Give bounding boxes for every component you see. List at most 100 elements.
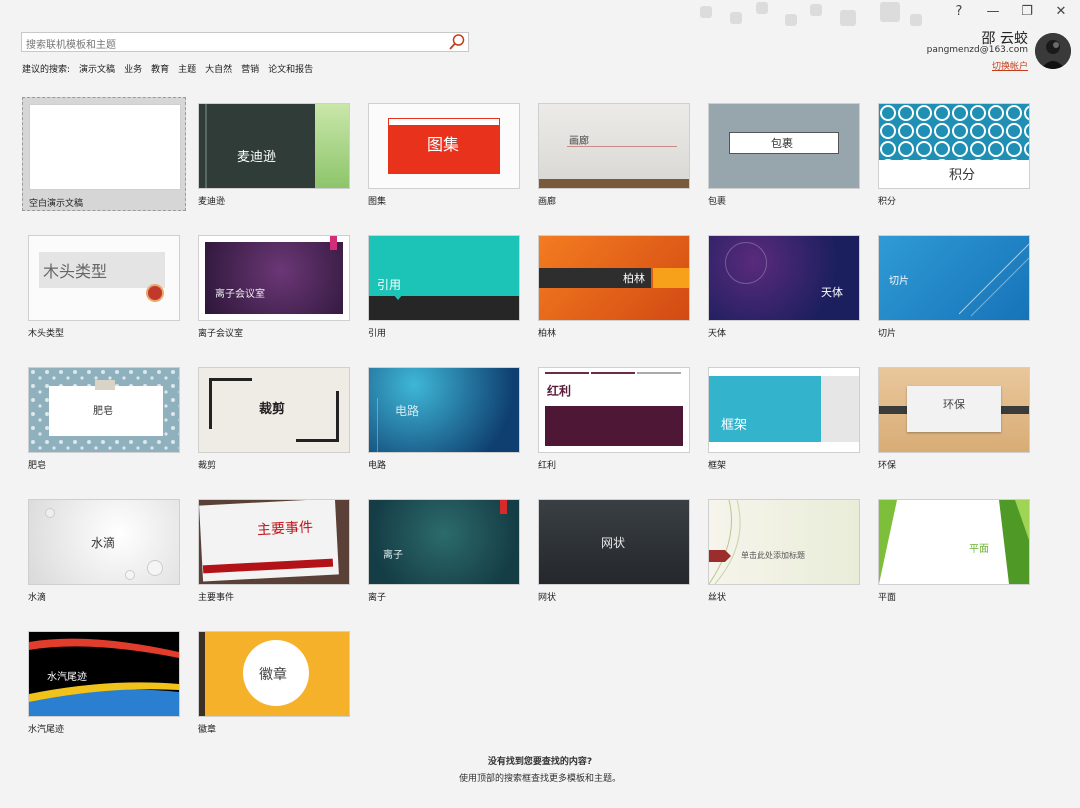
template-thumbnail: 裁剪 — [198, 367, 350, 453]
template-parcel[interactable]: 包裹 包裹 — [708, 103, 860, 213]
close-button[interactable]: ✕ — [1050, 4, 1072, 19]
template-integral[interactable]: 积分 积分 — [878, 103, 1030, 213]
template-thumbnail: 主要事件 — [198, 499, 350, 585]
thumbnail-title: 画廊 — [569, 136, 589, 147]
template-thumbnail: 离子会议室 — [198, 235, 350, 321]
template-ion-boardroom[interactable]: 离子会议室 离子会议室 — [198, 235, 350, 345]
template-label: 麦迪逊 — [198, 197, 226, 207]
template-thumbnail — [29, 104, 181, 190]
template-thumbnail: 电路 — [368, 367, 520, 453]
template-thumbnail: 引用 — [368, 235, 520, 321]
template-label: 水滴 — [28, 593, 47, 603]
template-label: 积分 — [878, 197, 897, 207]
template-gallery[interactable]: 画廊 画廊 — [538, 103, 690, 213]
template-thumbnail: 平面 — [878, 499, 1030, 585]
thumbnail-title: 引用 — [377, 278, 402, 292]
template-label: 画廊 — [538, 197, 557, 207]
thumbnail-title: 网状 — [601, 536, 626, 550]
template-wood-type[interactable]: 木头类型 木头类型 — [28, 235, 180, 345]
template-thumbnail: 离子 — [368, 499, 520, 585]
template-blank[interactable]: 空白演示文稿 — [22, 97, 186, 211]
template-thumbnail: 环保 — [878, 367, 1030, 453]
thumbnail-title: 包裹 — [771, 137, 793, 150]
thumbnail-title: 离子会议室 — [215, 289, 265, 300]
template-label: 丝状 — [708, 593, 727, 603]
template-berlin[interactable]: 柏林 柏林 — [538, 235, 690, 345]
thumbnail-title: 水汽尾迹 — [47, 672, 87, 683]
template-label: 引用 — [368, 329, 387, 339]
suggested-search-link[interactable]: 教育 — [151, 62, 169, 75]
template-atlas[interactable]: 图集 图集 — [368, 103, 520, 213]
no-results-hint: 使用顶部的搜索框查找更多模板和主题。 — [458, 774, 621, 784]
thumbnail-title: 环保 — [943, 398, 965, 411]
template-thumbnail: 画廊 — [538, 103, 690, 189]
suggested-search-link[interactable]: 营销 — [241, 62, 259, 75]
template-main-event[interactable]: 主要事件 主要事件 — [198, 499, 350, 609]
restore-button[interactable]: ❐ — [1016, 4, 1038, 19]
template-mesh[interactable]: 网状 网状 — [538, 499, 690, 609]
minimize-button[interactable]: — — [982, 4, 1004, 19]
suggested-search-link[interactable]: 论文和报告 — [268, 62, 313, 75]
template-label: 平面 — [878, 593, 897, 603]
suggested-search-link[interactable]: 业务 — [124, 62, 142, 75]
header-decoration — [690, 0, 930, 30]
template-thumbnail: 天体 — [708, 235, 860, 321]
suggested-search-link[interactable]: 演示文稿 — [79, 62, 115, 75]
template-thumbnail: 徽章 — [198, 631, 350, 717]
template-label: 肥皂 — [28, 461, 47, 471]
template-label: 红利 — [538, 461, 557, 471]
thumbnail-title: 水滴 — [91, 536, 116, 550]
template-label: 切片 — [878, 329, 897, 339]
template-madison[interactable]: 麦迪逊 麦迪逊 — [198, 103, 350, 213]
template-label: 框架 — [708, 461, 727, 471]
template-label: 徽章 — [198, 725, 217, 735]
suggested-search-link[interactable]: 大自然 — [205, 62, 232, 75]
template-slice[interactable]: 切片 切片 — [878, 235, 1030, 345]
template-label: 图集 — [368, 197, 387, 207]
thumbnail-title: 裁剪 — [259, 402, 286, 417]
template-thumbnail: 单击此处添加标题 — [708, 499, 860, 585]
avatar[interactable] — [1035, 33, 1071, 69]
template-badge[interactable]: 徽章 徽章 — [198, 631, 350, 741]
template-organic[interactable]: 环保 环保 — [878, 367, 1030, 477]
template-thumbnail: 包裹 — [708, 103, 860, 189]
template-thumbnail: 积分 — [878, 103, 1030, 189]
template-label: 环保 — [878, 461, 897, 471]
template-dividend[interactable]: 红利 红利 — [538, 367, 690, 477]
template-vapor-trail[interactable]: 水汽尾迹 水汽尾迹 — [28, 631, 180, 741]
template-frame[interactable]: 框架 框架 — [708, 367, 860, 477]
template-droplet[interactable]: 水滴 水滴 — [28, 499, 180, 609]
template-crop[interactable]: 裁剪 裁剪 — [198, 367, 350, 477]
thumbnail-title: 肥皂 — [93, 406, 113, 417]
template-thumbnail: 木头类型 — [28, 235, 180, 321]
search-icon[interactable] — [448, 33, 466, 51]
thumbnail-title: 红利 — [547, 384, 572, 398]
help-button[interactable]: ? — [948, 4, 970, 19]
template-label: 主要事件 — [198, 593, 235, 603]
template-thumbnail: 柏林 — [538, 235, 690, 321]
thumbnail-title: 天体 — [821, 286, 843, 299]
thumbnail-title: 电路 — [395, 404, 420, 418]
template-quotable[interactable]: 引用 引用 — [368, 235, 520, 345]
thumbnail-title: 柏林 — [623, 272, 645, 285]
template-wisp[interactable]: 单击此处添加标题 丝状 — [708, 499, 860, 609]
thumbnail-title: 平面 — [969, 544, 989, 555]
template-thumbnail: 框架 — [708, 367, 860, 453]
template-label: 空白演示文稿 — [29, 199, 84, 209]
template-celestial[interactable]: 天体 天体 — [708, 235, 860, 345]
template-label: 包裹 — [708, 197, 727, 207]
user-email: pangmenzd@163.com — [926, 45, 1028, 55]
template-label: 木头类型 — [28, 329, 65, 339]
template-savon[interactable]: 肥皂 肥皂 — [28, 367, 180, 477]
template-thumbnail: 麦迪逊 — [198, 103, 350, 189]
template-label: 离子 — [368, 593, 387, 603]
search-input[interactable] — [22, 36, 446, 55]
template-ion[interactable]: 离子 离子 — [368, 499, 520, 609]
suggested-search-link[interactable]: 主题 — [178, 62, 196, 75]
template-facet[interactable]: 平面 平面 — [878, 499, 1030, 609]
template-circuit[interactable]: 电路 电路 — [368, 367, 520, 477]
suggested-searches: 建议的搜索: 演示文稿 业务 教育 主题 大自然 营销 论文和报告 — [22, 62, 313, 75]
thumbnail-title: 框架 — [721, 418, 748, 433]
switch-account-link[interactable]: 切换帐户 — [992, 59, 1028, 72]
thumbnail-title: 离子 — [383, 550, 403, 561]
